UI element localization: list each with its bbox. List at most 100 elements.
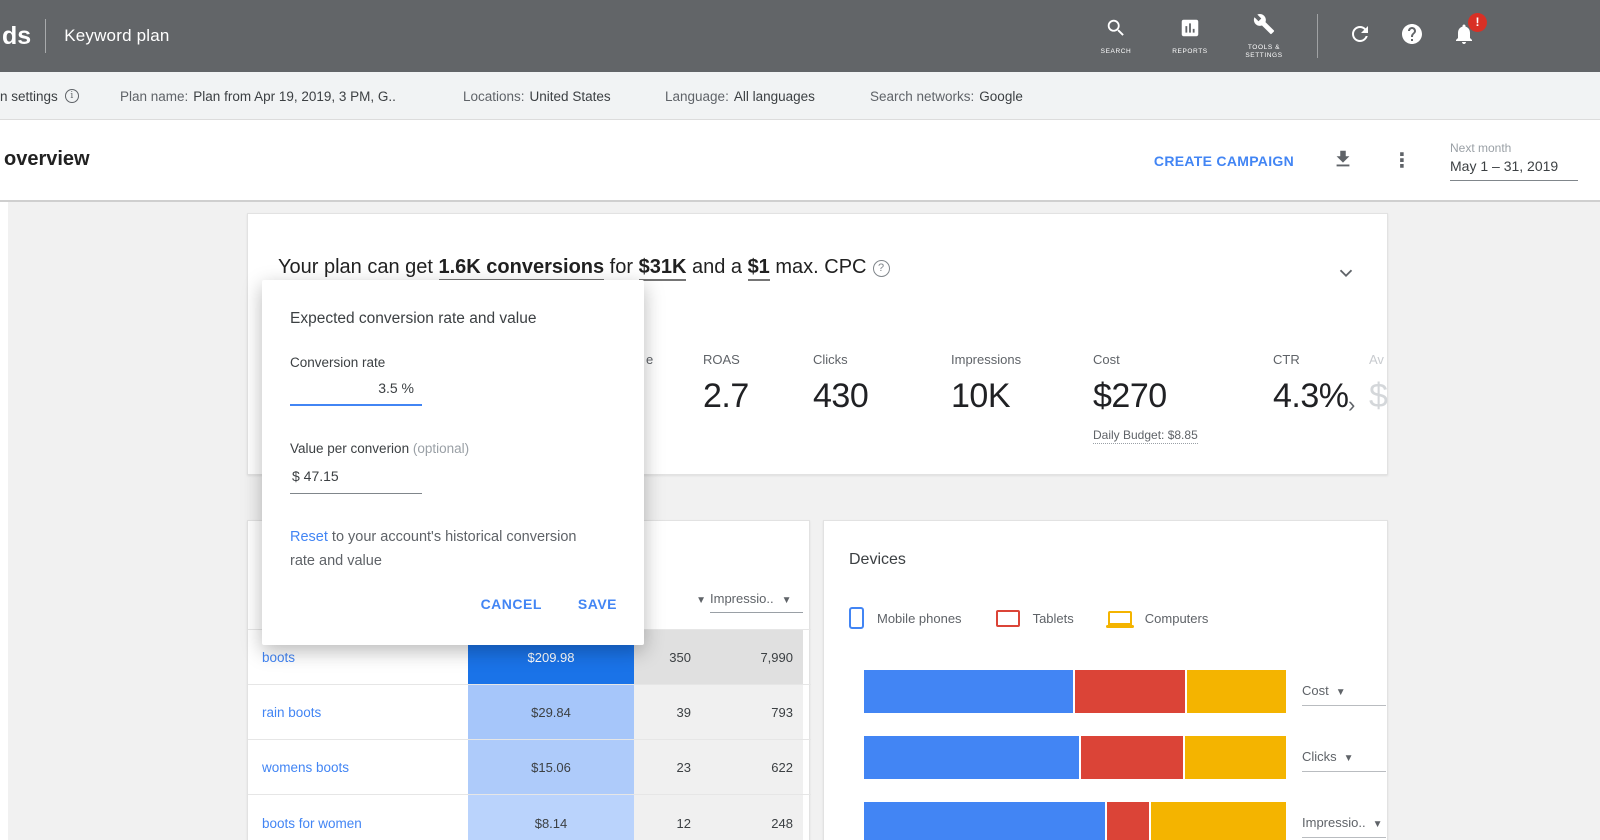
reports-button[interactable]: REPORTS — [1159, 17, 1221, 56]
table-row[interactable]: womens boots $15.06 23 622 — [248, 739, 811, 794]
refresh-button[interactable] — [1334, 22, 1386, 51]
info-icon: i — [64, 89, 79, 103]
save-button[interactable]: SAVE — [578, 596, 617, 612]
search-icon — [1105, 17, 1127, 44]
clicks-metric-dropdown[interactable]: Clicks ▼ — [1302, 749, 1386, 772]
topbar-actions: SEARCH REPORTS TOOLS & SETTINGS ! — [1079, 0, 1490, 72]
cost-cell: $15.06 — [468, 740, 634, 794]
plan-name-field[interactable]: Plan name: Plan from Apr 19, 2019, 3 PM,… — [120, 72, 396, 120]
chevron-right-icon[interactable]: › — [1348, 392, 1355, 418]
metric-roas-value: 2.7 — [703, 377, 749, 415]
impressions-cell: 248 — [703, 795, 803, 840]
impressions-metric-dropdown[interactable]: Impressio.. ▼ — [1302, 815, 1386, 838]
plan-settings-link[interactable]: n settings i — [0, 72, 79, 120]
impressions-cell: 793 — [703, 685, 803, 739]
metric-partial-hidden: e — [646, 352, 653, 377]
value-per-conversion-input[interactable]: $ 47.15 — [290, 468, 422, 494]
locations-field[interactable]: Locations: United States — [463, 72, 611, 120]
reports-label: REPORTS — [1172, 47, 1208, 55]
impressions-stacked-bar — [864, 802, 1286, 840]
search-label: SEARCH — [1100, 47, 1132, 55]
impressions-column-header[interactable]: Impressio.. ▼ — [710, 591, 803, 613]
keyword-link[interactable]: rain boots — [248, 685, 468, 739]
headline-cpc[interactable]: $1 — [747, 256, 770, 281]
reports-icon — [1179, 17, 1201, 44]
clicks-stacked-bar — [864, 736, 1286, 779]
impressions-bar-mobile-segment — [864, 802, 1105, 840]
clicks-column-sort-dropdown[interactable]: ▼ — [676, 595, 706, 606]
tools-settings-button[interactable]: TOOLS & SETTINGS — [1233, 13, 1295, 60]
headline-cost[interactable]: $31K — [638, 256, 687, 281]
cost-bar-computer-segment — [1184, 670, 1286, 713]
table-row[interactable]: rain boots $29.84 39 793 — [248, 684, 811, 739]
app-window: ds Keyword plan SEARCH REPORTS TOOLS & S… — [0, 0, 1600, 840]
download-button[interactable] — [1332, 148, 1354, 175]
daily-budget-link[interactable]: Daily Budget: $8.85 — [1093, 428, 1198, 444]
page-header: overview CREATE CAMPAIGN ⋮ Next month Ma… — [0, 120, 1600, 202]
topbar-separator — [1317, 14, 1318, 58]
metric-impressions-value: 10K — [951, 377, 1011, 415]
chevron-down-icon[interactable] — [1335, 262, 1357, 289]
reset-text-rest: to your account's historical conversion … — [290, 529, 577, 569]
refresh-icon — [1348, 22, 1372, 51]
headline-suffix: max. CPC — [769, 256, 867, 278]
keyword-link[interactable]: womens boots — [248, 740, 468, 794]
legend-tablets: Tablets — [995, 609, 1074, 627]
headline-mid1: for — [604, 256, 639, 278]
legend-computers-label: Computers — [1144, 610, 1209, 626]
wrench-icon — [1253, 13, 1275, 40]
headline-conversions[interactable]: 1.6K conversions — [438, 256, 605, 281]
create-campaign-button[interactable]: CREATE CAMPAIGN — [1154, 153, 1294, 169]
cost-metric-dropdown[interactable]: Cost ▼ — [1302, 683, 1386, 706]
clicks-cell: 23 — [634, 740, 703, 794]
metric-ctr-value: 4.3% — [1273, 377, 1349, 415]
clicks-cell: 39 — [634, 685, 703, 739]
dialog-title: Expected conversion rate and value — [290, 310, 537, 327]
kebab-icon: ⋮ — [1392, 150, 1412, 172]
cost-cell: $29.84 — [468, 685, 634, 739]
conversion-rate-input[interactable]: 3.5 % — [290, 380, 422, 406]
impressions-cell: 622 — [703, 740, 803, 794]
metric-partial-next: Av $ — [1369, 352, 1388, 416]
header-actions: CREATE CAMPAIGN ⋮ Next month May 1 – 31,… — [1154, 120, 1600, 202]
more-options-button[interactable]: ⋮ — [1392, 150, 1412, 172]
metric-clicks-value: 430 — [813, 377, 869, 415]
reset-text: Reset to your account's historical conve… — [290, 525, 590, 573]
search-button[interactable]: SEARCH — [1085, 17, 1147, 56]
impressions-header-arrow-icon: ▼ — [781, 595, 792, 606]
metric-impressions-label: Impressions — [951, 352, 1022, 367]
expected-conversion-dialog: Expected conversion rate and value Conve… — [262, 280, 644, 645]
language-label: Language: — [665, 88, 729, 104]
clicks-cell: 350 — [634, 630, 703, 684]
plan-headline: Your plan can get 1.6K conversions for $… — [278, 256, 890, 281]
metric-partial-label: e — [646, 352, 654, 367]
search-networks-field[interactable]: Search networks: Google — [870, 72, 1023, 120]
left-edge-strip — [0, 202, 8, 840]
value-label-text: Value per converion — [290, 441, 413, 456]
headline-help-icon[interactable]: ? — [872, 259, 890, 277]
impressions-bar-computer-segment — [1148, 802, 1286, 840]
date-range-picker[interactable]: Next month May 1 – 31, 2019 — [1450, 141, 1578, 181]
devices-title: Devices — [849, 551, 906, 568]
notifications-button[interactable]: ! — [1438, 12, 1490, 51]
headline-mid2: and a — [686, 256, 748, 278]
metric-impressions: Impressions 10K — [951, 352, 1021, 416]
impressions-cell: 7,990 — [703, 630, 803, 684]
keyword-link[interactable]: boots for women — [248, 795, 468, 840]
legend-mobile-phones: Mobile phones — [849, 607, 962, 629]
language-field[interactable]: Language: All languages — [665, 72, 815, 120]
impressions-dropdown-label: Impressio.. — [1302, 815, 1366, 830]
legend-computers: Computers — [1105, 610, 1209, 628]
reset-link[interactable]: Reset — [290, 529, 328, 545]
mobile-phone-icon — [849, 607, 864, 629]
metric-cost-value: $270 — [1093, 377, 1167, 415]
plan-name-label: Plan name: — [120, 88, 189, 104]
clicks-bar-mobile-segment — [864, 736, 1080, 779]
value-per-conversion-label: Value per converion (optional) — [290, 441, 469, 456]
help-button[interactable] — [1386, 22, 1438, 51]
locations-label: Locations: — [463, 88, 525, 104]
metric-roas: ROAS 2.7 — [703, 352, 749, 416]
tablet-icon — [995, 609, 1020, 627]
table-row[interactable]: boots for women $8.14 12 248 — [248, 794, 811, 840]
cancel-button[interactable]: CANCEL — [481, 596, 542, 612]
